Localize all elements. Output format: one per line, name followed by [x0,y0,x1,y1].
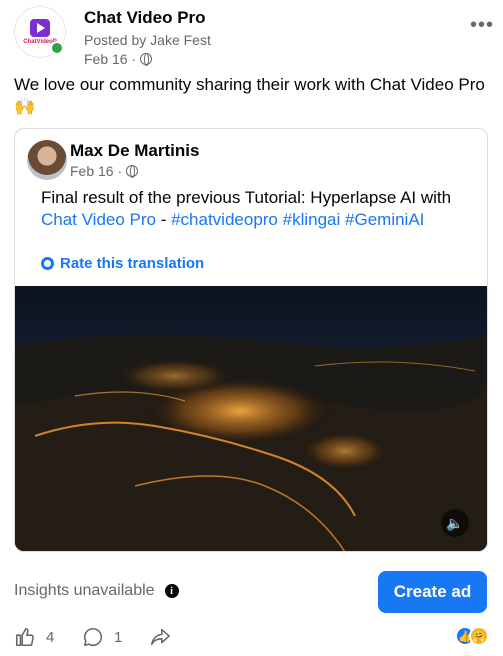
shared-post-text: Final result of the previous Tutorial: H… [41,187,461,231]
info-icon[interactable]: i [164,584,179,598]
post-date-text: Feb 16 · [84,51,137,67]
post-header: ChatVideoP Chat Video Pro Posted by Jake… [14,6,494,67]
hashtag-geminiai[interactable]: #GeminiAI [345,210,424,229]
video-player[interactable]: 🔈 [15,286,487,551]
create-ad-button[interactable]: Create ad [378,571,487,613]
comment-icon [83,627,103,647]
like-count: 4 [46,628,55,646]
globe-icon [140,53,153,66]
volume-icon[interactable]: 🔈 [441,509,469,537]
action-bar: 4 1 👍 🤗 [14,624,489,652]
share-icon [150,628,170,646]
comment-count: 1 [114,628,123,646]
shared-post-date[interactable]: Feb 16 · [70,163,139,179]
hashtag-klingai[interactable]: #klingai [283,210,341,229]
insights-label: Insights unavailable [14,582,155,599]
shared-text-part2: - [155,210,172,229]
like-button[interactable]: 4 [14,626,54,648]
online-status-icon [50,41,64,55]
posted-by: Posted by Jake Fest [84,32,211,48]
play-logo-icon [30,19,50,37]
hashtag-chatvideopro[interactable]: #chatvideopro [171,210,278,229]
author-avatar[interactable] [27,140,67,180]
more-options-icon[interactable]: ••• [470,14,494,37]
shared-date-text: Feb 16 · [70,163,123,179]
insights-status: Insights unavailable i [14,582,179,600]
mention-link[interactable]: Chat Video Pro [41,210,156,229]
rate-translation-link[interactable]: Rate this translation [41,255,204,272]
post-date[interactable]: Feb 16 · [84,51,153,67]
post-text: We love our community sharing their work… [14,75,485,116]
gear-icon [41,257,54,270]
shared-post-card[interactable]: Max De Martinis Feb 16 · Final result of… [14,128,488,552]
share-button[interactable] [148,626,172,648]
rate-translation-label: Rate this translation [60,255,205,272]
thumbs-up-icon [15,627,34,647]
globe-icon [126,165,139,178]
night-town-thumbnail [15,334,487,551]
page-name[interactable]: Chat Video Pro [84,8,206,28]
reaction-summary[interactable]: 👍 🤗 [455,626,489,646]
care-reaction-icon: 🤗 [469,626,489,646]
author-name[interactable]: Max De Martinis [70,141,199,161]
comment-button[interactable]: 1 [82,626,122,648]
shared-text-part1: Final result of the previous Tutorial: H… [41,188,452,207]
